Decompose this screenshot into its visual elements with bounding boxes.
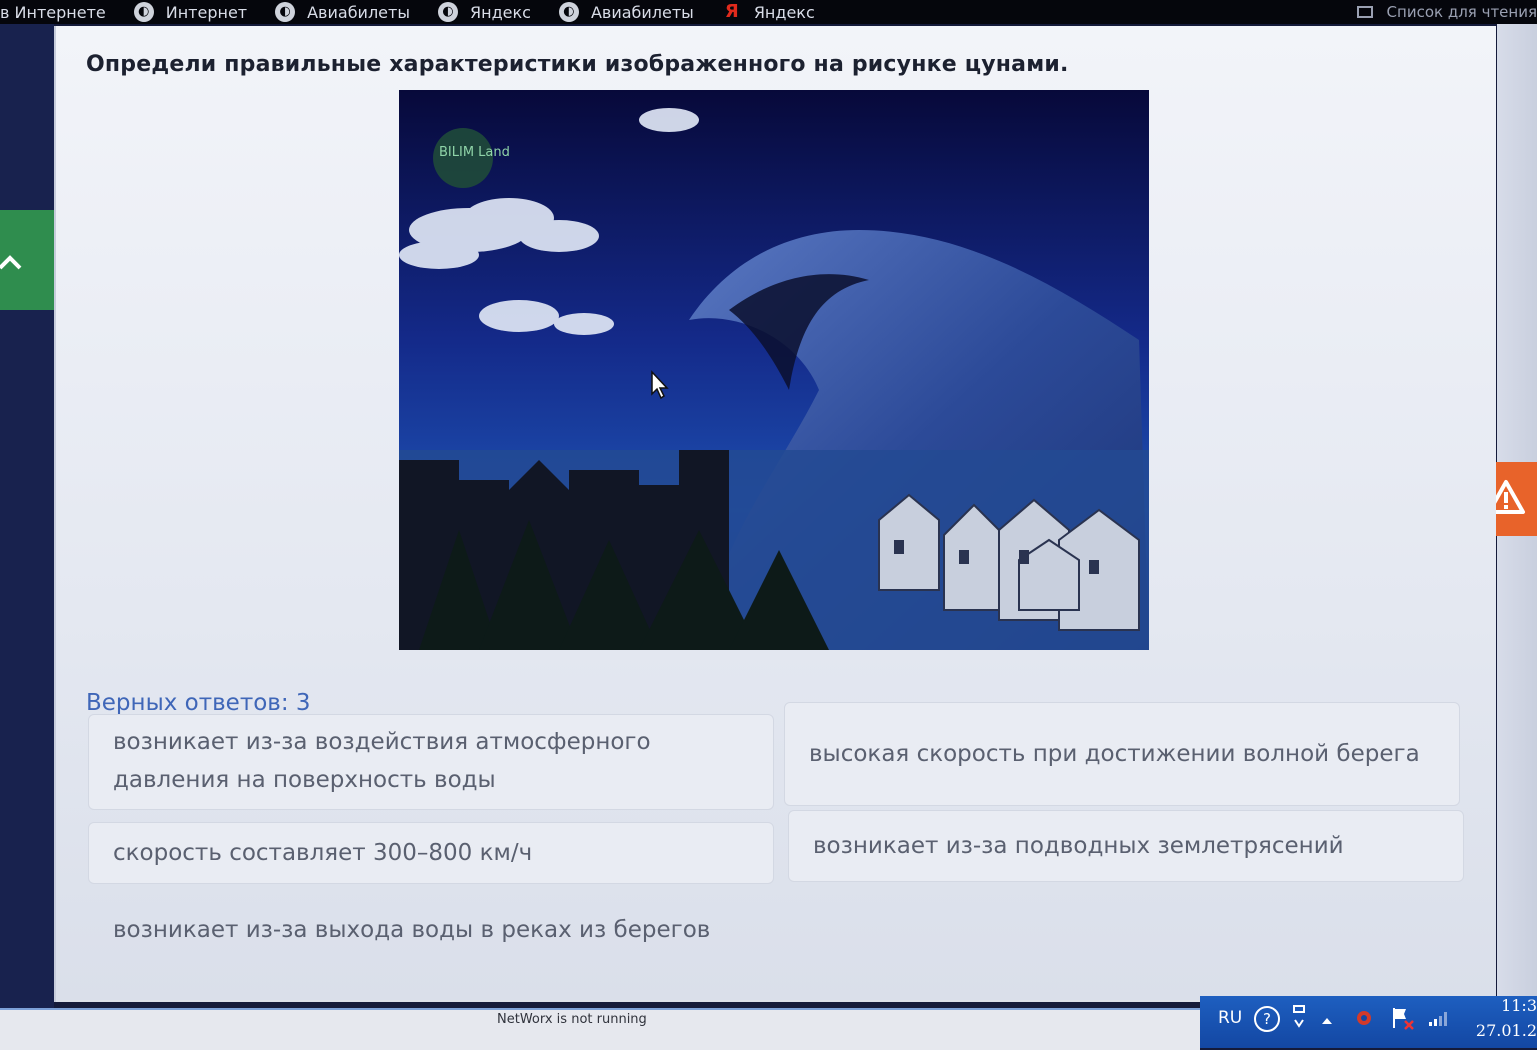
- bookmark-label: Яндекс: [753, 2, 815, 22]
- reading-list-label: Список для чтения: [1386, 3, 1537, 21]
- answer-option-1[interactable]: возникает из-за воздействия атмосферного…: [88, 714, 774, 810]
- bookmark-6[interactable]: Я Яндекс: [722, 2, 815, 22]
- reading-list-icon: [1356, 6, 1373, 18]
- quiz-page: Определи правильные характеристики изобр…: [54, 26, 1496, 1002]
- question-text: Определи правильные характеристики изобр…: [86, 52, 1069, 77]
- clock[interactable]: 11:3 27.01.2: [1457, 996, 1537, 1040]
- bookmark-label: Интернет: [165, 2, 248, 22]
- answer-option-5[interactable]: возникает из-за выхода воды в реках из б…: [88, 898, 774, 962]
- bookmark-label: Яндекс: [469, 2, 531, 22]
- answer-option-4[interactable]: возникает из-за подводных землетрясений: [788, 810, 1464, 882]
- status-bar: NetWorx is not running: [0, 1008, 1200, 1050]
- status-message: NetWorx is not running: [497, 1012, 647, 1027]
- bookmark-label: Авиабилеты: [307, 2, 410, 22]
- watermark-text: BILIM Land: [439, 145, 510, 160]
- globe-icon: ◐: [275, 2, 296, 22]
- bookmarks-bar: в Интернете ◐ Интернет ◐ Авиабилеты ◐ Ян…: [0, 0, 1537, 24]
- collapse-tab[interactable]: [0, 210, 54, 310]
- help-icon[interactable]: ?: [1254, 1006, 1280, 1032]
- answer-text: скорость составляет 300–800 км/ч: [113, 840, 533, 866]
- chevron-up-icon: [0, 243, 22, 278]
- globe-icon: ◐: [558, 2, 579, 22]
- globe-icon: ◐: [437, 2, 458, 22]
- network-transfer-icon[interactable]: [1292, 1004, 1306, 1035]
- reading-list-button[interactable]: Список для чтения: [1356, 0, 1537, 24]
- bookmark-label: в Интернете: [0, 2, 106, 22]
- bookmark-3[interactable]: ◐ Авиабилеты: [275, 2, 410, 22]
- language-indicator[interactable]: RU: [1218, 1008, 1242, 1028]
- action-center-flag-icon[interactable]: [1390, 1006, 1416, 1035]
- signal-strength-icon[interactable]: [1428, 1010, 1450, 1031]
- answer-text: возникает из-за подводных землетрясений: [813, 833, 1344, 859]
- clock-date: 27.01.2: [1475, 1021, 1537, 1040]
- globe-icon: ◐: [133, 2, 154, 22]
- answer-text: высокая скорость при достижении волной б…: [809, 741, 1420, 767]
- tsunami-image: BILIM Land: [399, 90, 1149, 650]
- tray-expand-icon[interactable]: [1320, 1010, 1334, 1030]
- clock-time: 11:3: [1501, 996, 1537, 1015]
- left-sidebar: [0, 24, 54, 1014]
- yandex-icon: Я: [724, 1, 739, 22]
- bookmark-1[interactable]: в Интернете: [0, 3, 106, 22]
- bookmark-label: Авиабилеты: [590, 2, 694, 22]
- answer-option-2[interactable]: высокая скорость при достижении волной б…: [784, 702, 1460, 806]
- bookmark-2[interactable]: ◐ Интернет: [133, 2, 248, 22]
- bookmark-5[interactable]: ◐ Авиабилеты: [558, 2, 694, 22]
- mouse-cursor-icon: [650, 370, 670, 404]
- gear-icon[interactable]: [1352, 1006, 1376, 1035]
- answer-option-3[interactable]: скорость составляет 300–800 км/ч: [88, 822, 774, 884]
- correct-count-label: Верных ответов: 3: [86, 690, 311, 716]
- bookmark-4[interactable]: ◐ Яндекс: [437, 2, 531, 22]
- answer-text: возникает из-за воздействия атмосферного…: [113, 729, 651, 793]
- answer-text: возникает из-за выхода воды в реках из б…: [113, 917, 711, 943]
- system-tray: RU ? 11:3 27.01.2: [1200, 996, 1537, 1048]
